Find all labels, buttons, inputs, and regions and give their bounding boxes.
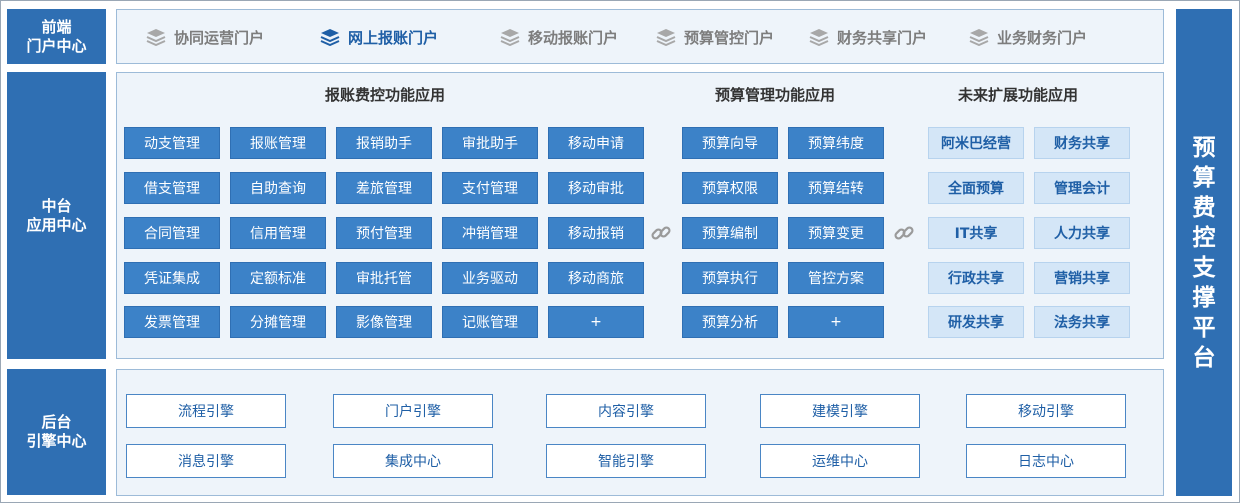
platform-char: 支 — [1192, 254, 1216, 281]
app-button[interactable]: 审批助手 — [442, 127, 538, 159]
app-button[interactable]: 审批托管 — [336, 262, 432, 294]
app-button[interactable]: 研发共享 — [928, 306, 1024, 338]
portal-label: 协同运营门户 — [174, 28, 265, 47]
app-button[interactable]: 报账管理 — [230, 127, 326, 159]
engine-box[interactable]: 内容引擎 — [546, 394, 706, 428]
layers-icon — [656, 29, 676, 46]
app-button[interactable]: 信用管理 — [230, 217, 326, 249]
app-button[interactable]: 冲销管理 — [442, 217, 538, 249]
group-title-future: 未来扩展功能应用 — [958, 86, 1079, 104]
app-button[interactable]: 支付管理 — [442, 172, 538, 204]
app-button[interactable]: 自助查询 — [230, 172, 326, 204]
group-title-expense: 报账费控功能应用 — [325, 86, 446, 104]
engine-box[interactable]: 运维中心 — [760, 444, 920, 478]
app-button[interactable]: 影像管理 — [336, 306, 432, 338]
portal-item[interactable]: 协同运营门户 — [146, 26, 264, 48]
platform-char: 控 — [1192, 224, 1216, 251]
group-title-budget: 预算管理功能应用 — [715, 86, 836, 104]
portal-item[interactable]: 业务财务门户 — [969, 26, 1087, 48]
app-button[interactable]: 营销共享 — [1034, 262, 1130, 294]
app-button[interactable]: 财务共享 — [1034, 127, 1130, 159]
app-button[interactable]: 全面预算 — [928, 172, 1024, 204]
app-button[interactable]: 合同管理 — [124, 217, 220, 249]
portal-item[interactable]: 预算管控门户 — [656, 26, 774, 48]
app-button[interactable]: 定额标准 — [230, 262, 326, 294]
platform-char: 算 — [1192, 164, 1216, 191]
front-label: 前端 门户中心 — [7, 9, 106, 64]
engine-box[interactable]: 日志中心 — [966, 444, 1126, 478]
app-button[interactable]: + — [788, 306, 884, 338]
portal-label: 业务财务门户 — [997, 28, 1088, 47]
platform-char: 预 — [1192, 134, 1216, 161]
platform-label: 预算费控支撑平台 — [1176, 9, 1232, 496]
app-button[interactable]: 预算编制 — [682, 217, 778, 249]
engine-box[interactable]: 门户引擎 — [333, 394, 493, 428]
app-button[interactable]: 报销助手 — [336, 127, 432, 159]
engine-box[interactable]: 智能引擎 — [546, 444, 706, 478]
portal-item[interactable]: 财务共享门户 — [809, 26, 927, 48]
layers-icon — [320, 29, 340, 46]
app-button[interactable]: 预算权限 — [682, 172, 778, 204]
platform-char: 撑 — [1192, 284, 1216, 311]
app-button[interactable]: IT共享 — [928, 217, 1024, 249]
app-button[interactable]: 差旅管理 — [336, 172, 432, 204]
app-button[interactable]: 记账管理 — [442, 306, 538, 338]
app-button[interactable]: 预算结转 — [788, 172, 884, 204]
app-button[interactable]: 分摊管理 — [230, 306, 326, 338]
app-button[interactable]: 预算执行 — [682, 262, 778, 294]
app-button[interactable]: 预付管理 — [336, 217, 432, 249]
app-button[interactable]: 动支管理 — [124, 127, 220, 159]
portal-label: 预算管控门户 — [684, 28, 775, 47]
engine-box[interactable]: 流程引擎 — [126, 394, 286, 428]
app-button[interactable]: 管控方案 — [788, 262, 884, 294]
portal-item[interactable]: 移动报账门户 — [500, 26, 618, 48]
chain-link-icon — [651, 226, 671, 240]
app-button[interactable]: 预算纬度 — [788, 127, 884, 159]
app-button[interactable]: + — [548, 306, 644, 338]
app-button[interactable]: 管理会计 — [1034, 172, 1130, 204]
engine-box[interactable]: 移动引擎 — [966, 394, 1126, 428]
app-button[interactable]: 移动报销 — [548, 217, 644, 249]
app-button[interactable]: 移动审批 — [548, 172, 644, 204]
app-button[interactable]: 阿米巴经营 — [928, 127, 1024, 159]
portal-label: 网上报账门户 — [348, 28, 439, 47]
app-button[interactable]: 人力共享 — [1034, 217, 1130, 249]
middle-label: 中台 应用中心 — [7, 72, 106, 359]
app-button[interactable]: 行政共享 — [928, 262, 1024, 294]
platform-char: 平 — [1192, 314, 1216, 341]
app-button[interactable]: 业务驱动 — [442, 262, 538, 294]
app-button[interactable]: 凭证集成 — [124, 262, 220, 294]
chain-link-icon — [894, 226, 914, 240]
engine-box[interactable]: 建模引擎 — [760, 394, 920, 428]
app-button[interactable]: 法务共享 — [1034, 306, 1130, 338]
layers-icon — [500, 29, 520, 46]
app-button[interactable]: 发票管理 — [124, 306, 220, 338]
portal-label: 财务共享门户 — [837, 28, 928, 47]
app-button[interactable]: 预算分析 — [682, 306, 778, 338]
engine-box[interactable]: 集成中心 — [333, 444, 493, 478]
back-label: 后台 引擎中心 — [7, 369, 106, 495]
platform-char: 费 — [1192, 194, 1216, 221]
portal-label: 移动报账门户 — [528, 28, 619, 47]
app-button[interactable]: 预算向导 — [682, 127, 778, 159]
app-button[interactable]: 移动申请 — [548, 127, 644, 159]
layers-icon — [969, 29, 989, 46]
layers-icon — [809, 29, 829, 46]
app-button[interactable]: 借支管理 — [124, 172, 220, 204]
engine-box[interactable]: 消息引擎 — [126, 444, 286, 478]
platform-char: 台 — [1192, 344, 1216, 371]
portal-item[interactable]: 网上报账门户 — [320, 26, 438, 48]
layers-icon — [146, 29, 166, 46]
app-button[interactable]: 预算变更 — [788, 217, 884, 249]
app-button[interactable]: 移动商旅 — [548, 262, 644, 294]
